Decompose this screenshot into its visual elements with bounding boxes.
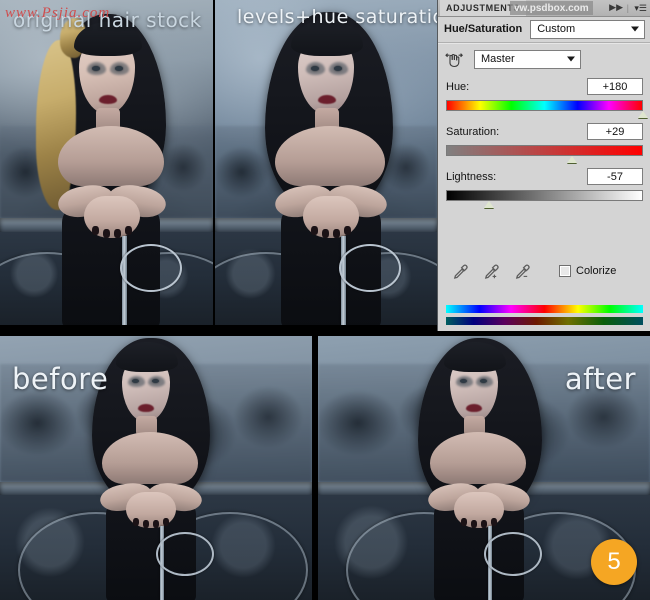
panel-menu-icon[interactable]: ▾☰	[634, 3, 647, 13]
photo-original-hair-stock: original hair stock www.Psjia.com	[0, 0, 213, 325]
slider-hue-thumb-wrap	[446, 111, 648, 121]
eye-left	[92, 66, 100, 71]
eye-right	[334, 66, 342, 71]
fingernail	[322, 229, 329, 238]
caption-after: after	[564, 362, 636, 396]
slider-saturation: Saturation: +29	[438, 121, 650, 166]
slider-saturation-track[interactable]	[446, 145, 643, 156]
slider-lightness: Lightness: -57	[438, 166, 650, 211]
fingernail	[344, 226, 351, 235]
slider-saturation-thumb-wrap	[446, 156, 643, 166]
slider-saturation-value[interactable]: +29	[587, 123, 643, 140]
on-image-adjust-hand-icon[interactable]	[444, 49, 464, 69]
lips	[99, 95, 117, 104]
lips	[466, 404, 482, 412]
sword-hilt-ring	[156, 532, 214, 576]
screenshot-root: original hair stock www.Psjia.com levels…	[0, 0, 650, 600]
watermark-psdbox-label: vw.psdbox.com	[514, 2, 589, 14]
model-figure	[0, 0, 213, 325]
preset-dropdown[interactable]: Custom	[530, 19, 645, 39]
channel-dropdown-value: Master	[481, 53, 515, 65]
sword-hilt-ring	[120, 244, 182, 292]
fingernail	[311, 226, 318, 235]
colorize-checkbox[interactable]	[559, 265, 571, 277]
slider-lightness-thumb[interactable]	[484, 201, 495, 208]
slider-hue-track[interactable]	[446, 100, 643, 111]
channel-dropdown[interactable]: Master	[474, 49, 581, 69]
tool-row: Colorize	[438, 258, 650, 284]
colorize-label: Colorize	[576, 265, 617, 277]
panel-tab-bar: ADJUSTMENTS vw.psdbox.com ▶▶ | ▾☰	[438, 0, 650, 17]
watermark-site: www.Psjia.com	[5, 5, 111, 21]
step-number-badge-label: 5	[607, 548, 621, 575]
slider-hue-head: Hue: +180	[446, 78, 643, 95]
slider-lightness-track[interactable]	[446, 190, 643, 201]
fingernail	[143, 520, 149, 528]
chevron-down-icon	[567, 56, 575, 62]
slider-hue-thumb[interactable]	[638, 111, 648, 118]
photo-levels-hue-saturation: levels+hue saturation	[215, 0, 437, 325]
eye-right	[115, 66, 123, 71]
eyedropper-icon[interactable]	[452, 263, 469, 280]
fingernail	[461, 518, 467, 526]
lips	[318, 95, 336, 104]
fingernail	[333, 229, 340, 238]
watermark-psdbox: vw.psdbox.com	[510, 1, 593, 15]
caption-top-right: levels+hue saturation	[237, 6, 437, 28]
fingernail	[133, 518, 139, 526]
divider-bottom-vertical	[312, 336, 318, 600]
fingernail	[153, 520, 159, 528]
preset-dropdown-value: Custom	[537, 23, 576, 35]
slider-hue-label: Hue:	[446, 80, 470, 93]
divider-horizontal	[0, 325, 437, 336]
eye-left	[460, 379, 467, 383]
divider-top-vertical	[213, 0, 215, 325]
sword-hilt-ring	[484, 532, 542, 576]
fingernail	[471, 520, 477, 528]
fingernail	[114, 229, 121, 238]
slider-lightness-label: Lightness:	[446, 170, 497, 183]
slider-lightness-value[interactable]: -57	[587, 168, 643, 185]
slider-hue-value[interactable]: +180	[587, 78, 643, 95]
panel-title-row: Hue/Saturation Custom	[438, 17, 650, 41]
lips	[138, 404, 154, 412]
slider-lightness-head: Lightness: -57	[446, 168, 643, 185]
fingernail	[103, 229, 110, 238]
eyedropper-add-icon[interactable]	[483, 263, 500, 280]
fingernail	[481, 520, 487, 528]
adjustments-panel: ADJUSTMENTS vw.psdbox.com ▶▶ | ▾☰ Hue/Sa…	[437, 0, 650, 331]
fingernail	[92, 226, 99, 235]
caption-before: before	[12, 362, 109, 396]
chevron-down-icon	[631, 26, 639, 32]
sword-hilt-ring	[339, 244, 401, 292]
slider-saturation-label: Saturation:	[446, 125, 500, 138]
slider-saturation-head: Saturation: +29	[446, 123, 643, 140]
slider-saturation-thumb[interactable]	[567, 156, 578, 163]
eye-left	[311, 66, 319, 71]
hair-blonde-highlight	[36, 40, 76, 210]
model-figure	[406, 336, 578, 600]
tab-adjustments-label: ADJUSTMENTS	[446, 3, 521, 13]
slider-lightness-thumb-wrap	[446, 201, 643, 211]
fingernail	[491, 518, 497, 526]
hue-reference-bars	[446, 305, 643, 325]
fingernail	[125, 226, 132, 235]
hue-bar-source	[446, 305, 643, 313]
step-number-badge: 5	[591, 539, 637, 585]
colorize-checkbox-row[interactable]: Colorize	[559, 265, 616, 277]
collapse-to-icons-icon[interactable]: ▶▶	[609, 3, 623, 12]
eyedropper-subtract-icon[interactable]	[514, 263, 531, 280]
eye-left	[132, 379, 139, 383]
photo-before: before	[0, 336, 312, 600]
eye-right	[480, 379, 487, 383]
fingernail	[163, 518, 169, 526]
eye-right	[152, 379, 159, 383]
slider-hue: Hue: +180	[438, 74, 650, 121]
model-figure	[219, 0, 437, 325]
hue-bar-result[interactable]	[446, 317, 643, 325]
tab-separator: |	[626, 3, 629, 13]
page-title: Hue/Saturation	[444, 23, 523, 35]
channel-row: Master	[438, 44, 650, 74]
